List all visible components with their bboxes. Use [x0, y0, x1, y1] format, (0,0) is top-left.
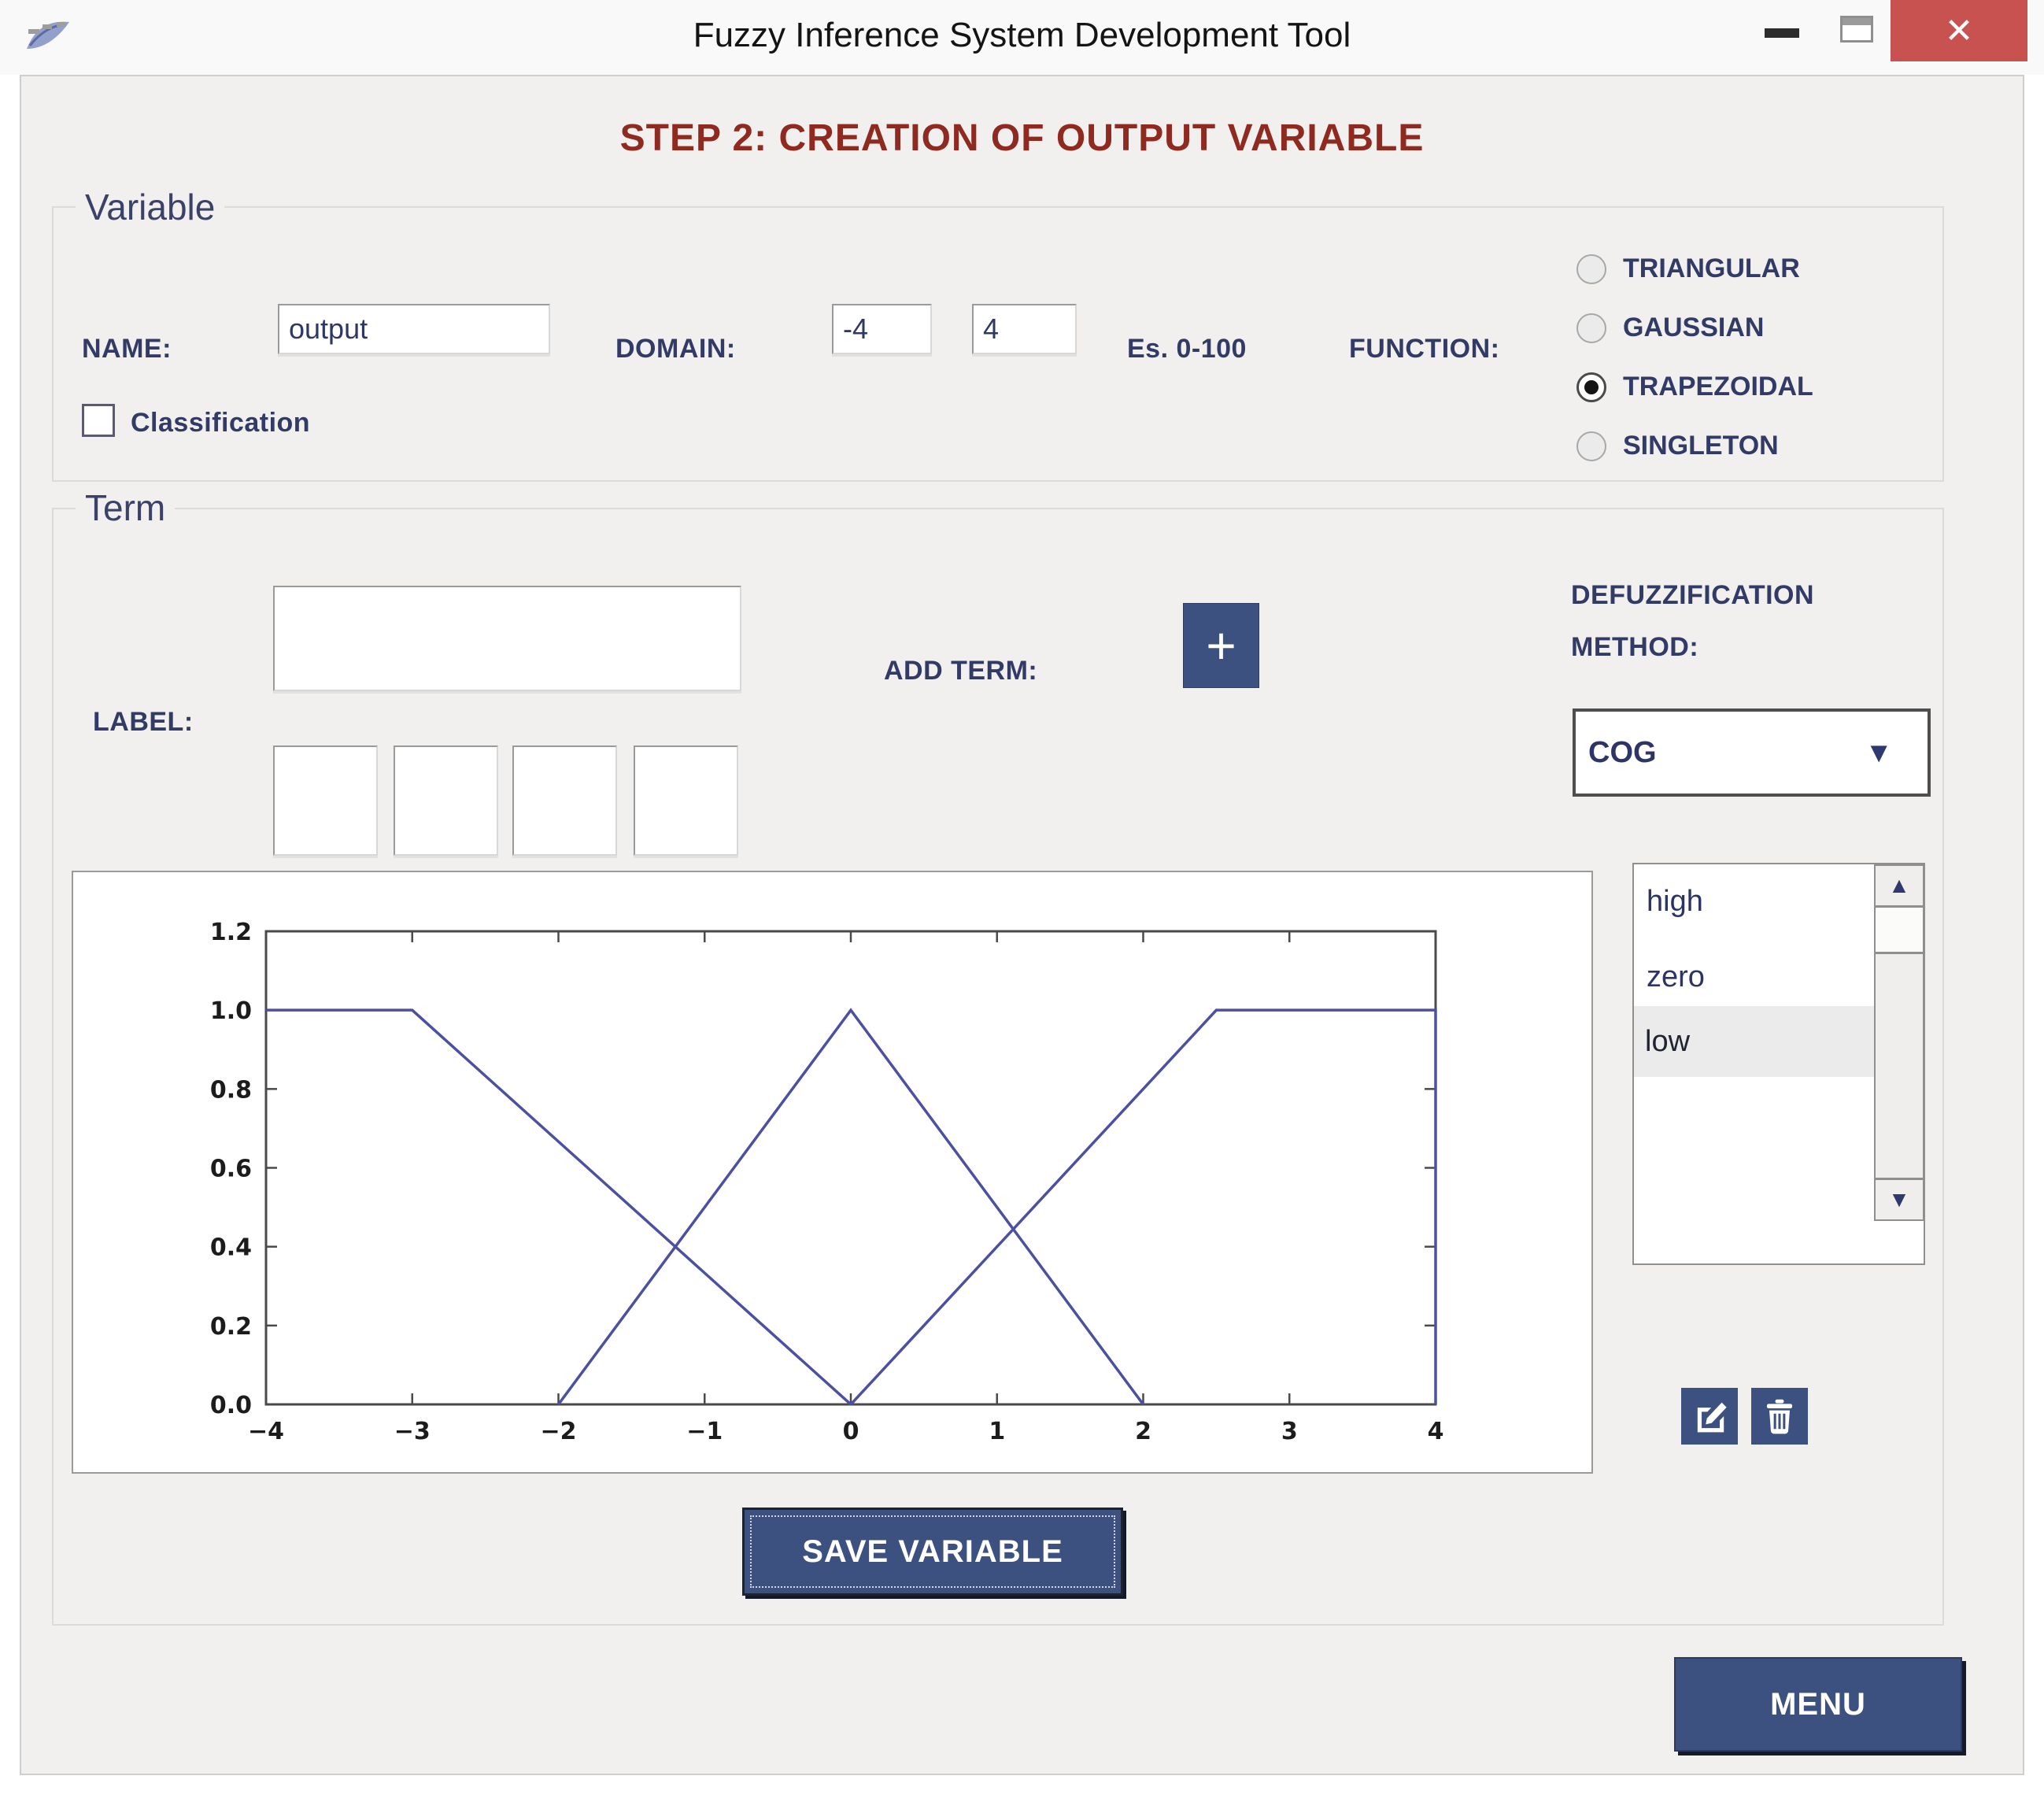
- radio-gaussian-label[interactable]: GAUSSIAN: [1623, 313, 1764, 343]
- scrollbar-thumb[interactable]: [1876, 908, 1923, 954]
- trash-icon: [1759, 1396, 1800, 1437]
- term-param2-input[interactable]: [394, 745, 498, 856]
- svg-text:2: 2: [1135, 1418, 1151, 1445]
- membership-plot: −4 −3 −2 −1 0 1 2 3 4 0.0 0.2 0.4 0.6 0.8 1.0 1.2: [73, 872, 1591, 1472]
- radio-triangular-label[interactable]: TRIANGULAR: [1623, 253, 1800, 284]
- svg-text:0.2: 0.2: [210, 1313, 252, 1341]
- term-param4-input[interactable]: [634, 745, 738, 856]
- plus-icon: +: [1206, 616, 1236, 675]
- defuzzification-method-value: COG: [1576, 736, 1865, 770]
- svg-text:1: 1: [989, 1418, 1005, 1445]
- svg-text:0.6: 0.6: [210, 1156, 252, 1183]
- add-term-label: ADD TERM:: [884, 656, 1037, 686]
- svg-text:−4: −4: [248, 1418, 284, 1445]
- maximize-icon: [1840, 16, 1873, 43]
- function-label: FUNCTION:: [1349, 334, 1499, 364]
- defuzzification-label-line2: METHOD:: [1571, 632, 1698, 663]
- radio-gaussian[interactable]: [1576, 313, 1606, 343]
- svg-text:0.4: 0.4: [210, 1234, 252, 1262]
- list-item-high[interactable]: high: [1636, 866, 1870, 937]
- radio-singleton-label[interactable]: SINGLETON: [1623, 431, 1779, 461]
- variable-group-label: Variable: [76, 186, 224, 228]
- radio-singleton[interactable]: [1576, 431, 1606, 461]
- svg-text:−3: −3: [394, 1418, 431, 1445]
- svg-text:0.0: 0.0: [210, 1392, 252, 1419]
- close-button[interactable]: ✕: [1891, 0, 2027, 61]
- save-variable-button[interactable]: SAVE VARIABLE: [742, 1508, 1123, 1596]
- domain-min-input[interactable]: [832, 304, 932, 354]
- chevron-down-icon: ▼: [1865, 736, 1893, 769]
- name-label: NAME:: [82, 334, 172, 364]
- term-name-input[interactable]: [273, 586, 741, 691]
- scroll-up-icon: ▲: [1888, 873, 1910, 898]
- edit-icon: [1689, 1396, 1730, 1437]
- svg-text:−2: −2: [540, 1418, 576, 1445]
- radio-trapezoidal[interactable]: [1576, 372, 1606, 402]
- term-param3-input[interactable]: [512, 745, 617, 856]
- classification-checkbox[interactable]: [82, 404, 115, 437]
- page-title: STEP 2: CREATION OF OUTPUT VARIABLE: [0, 117, 2044, 160]
- domain-label: DOMAIN:: [615, 334, 736, 364]
- defuzzification-method-select[interactable]: COG ▼: [1573, 708, 1931, 797]
- minimize-icon: [1765, 28, 1799, 38]
- svg-text:0: 0: [843, 1418, 859, 1445]
- svg-text:0.8: 0.8: [210, 1076, 252, 1104]
- svg-text:1.2: 1.2: [210, 919, 252, 946]
- edit-term-button[interactable]: [1681, 1388, 1738, 1445]
- window-title: Fuzzy Inference System Development Tool: [0, 16, 2044, 55]
- delete-term-button[interactable]: [1751, 1388, 1808, 1445]
- save-variable-label: SAVE VARIABLE: [802, 1534, 1063, 1570]
- radio-trapezoidal-label[interactable]: TRAPEZOIDAL: [1623, 372, 1813, 402]
- radio-triangular[interactable]: [1576, 254, 1606, 284]
- terms-scrollbar[interactable]: ▲ ▼: [1874, 864, 1924, 1221]
- scrollbar-down-button[interactable]: ▼: [1876, 1178, 1923, 1219]
- list-item-zero[interactable]: zero: [1636, 942, 1870, 1012]
- title-bar: Fuzzy Inference System Development Tool …: [0, 0, 2044, 75]
- term-label-label: LABEL:: [93, 707, 194, 738]
- defuzzification-label-line1: DEFUZZIFICATION: [1571, 580, 1814, 611]
- svg-text:3: 3: [1281, 1418, 1298, 1445]
- minimize-button[interactable]: [1749, 0, 1815, 61]
- domain-hint-label: Es. 0-100: [1127, 334, 1247, 364]
- name-input[interactable]: [278, 304, 550, 354]
- scroll-down-icon: ▼: [1888, 1187, 1910, 1212]
- maximize-button[interactable]: [1824, 0, 1891, 61]
- menu-label: MENU: [1770, 1687, 1866, 1722]
- domain-max-input[interactable]: [972, 304, 1077, 354]
- list-item-low[interactable]: low: [1634, 1006, 1874, 1077]
- term-group-label: Term: [76, 486, 175, 529]
- menu-button[interactable]: MENU: [1674, 1657, 1962, 1752]
- close-icon: ✕: [1945, 11, 1974, 51]
- svg-text:1.0: 1.0: [210, 997, 252, 1025]
- scrollbar-up-button[interactable]: ▲: [1876, 866, 1923, 908]
- application-window: Fuzzy Inference System Development Tool …: [0, 0, 2044, 1798]
- term-param1-input[interactable]: [273, 745, 378, 856]
- svg-text:4: 4: [1428, 1418, 1444, 1445]
- add-term-button[interactable]: +: [1183, 603, 1259, 688]
- svg-text:−1: −1: [686, 1418, 723, 1445]
- classification-label: Classification: [131, 408, 310, 438]
- membership-plot-frame: −4 −3 −2 −1 0 1 2 3 4 0.0 0.2 0.4 0.6 0.8 1.0 1.2: [72, 871, 1593, 1474]
